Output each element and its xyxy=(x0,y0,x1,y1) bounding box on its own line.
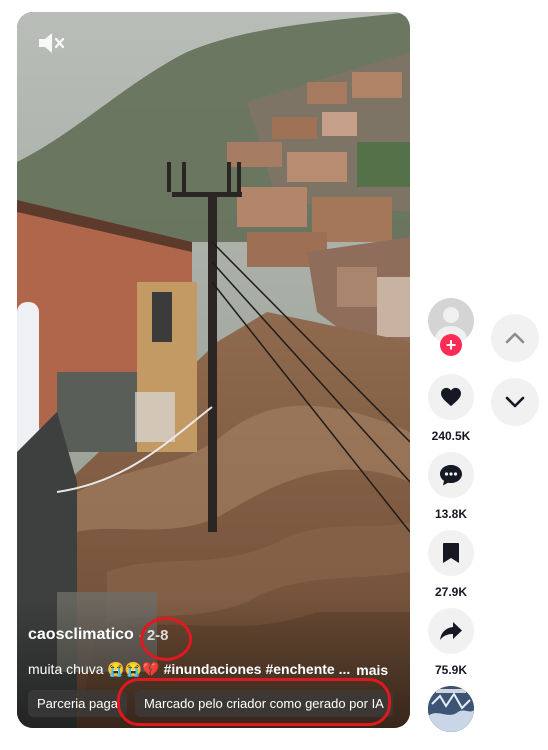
video-player[interactable]: caosclimatico · 2-8 muita chuva 😭😭💔 #inu… xyxy=(17,12,410,728)
mute-button[interactable] xyxy=(37,30,67,56)
ai-label-highlight-annotation xyxy=(117,678,391,726)
chevron-up-icon xyxy=(505,332,525,344)
like-button[interactable] xyxy=(428,374,474,420)
share-count: 75.9K xyxy=(434,663,468,677)
caption-text: muita chuva 😭😭💔 xyxy=(28,661,160,677)
heart-icon xyxy=(441,387,461,407)
comment-count: 13.8K xyxy=(434,507,468,521)
plus-icon: + xyxy=(445,335,457,355)
bookmark-icon xyxy=(443,543,459,563)
comment-bubble-icon xyxy=(440,465,462,486)
music-disc[interactable] xyxy=(428,686,474,732)
chevron-down-icon xyxy=(505,396,525,408)
share-arrow-icon xyxy=(440,622,462,640)
speaker-muted-icon xyxy=(39,33,65,53)
music-cover-image xyxy=(428,686,474,732)
share-button[interactable] xyxy=(428,608,474,654)
follow-button[interactable]: + xyxy=(440,334,462,356)
previous-video-button[interactable] xyxy=(491,314,539,362)
video-caption: muita chuva 😭😭💔 #inundaciones #enchente … xyxy=(28,661,350,678)
paid-partnership-label[interactable]: Parceria paga xyxy=(28,690,127,717)
caption-hashtags[interactable]: #inundaciones #enchente ... xyxy=(164,661,351,677)
caption-more-button[interactable]: mais xyxy=(356,662,388,678)
like-count: 240.5K xyxy=(431,429,471,443)
next-video-button[interactable] xyxy=(491,378,539,426)
caption-row: muita chuva 😭😭💔 #inundaciones #enchente … xyxy=(28,661,398,678)
save-button[interactable] xyxy=(428,530,474,576)
author-name[interactable]: caosclimatico xyxy=(28,626,134,644)
creator-avatar-wrap[interactable]: + xyxy=(428,298,474,358)
save-count: 27.9K xyxy=(434,585,468,599)
date-highlight-annotation xyxy=(140,617,192,661)
comment-button[interactable] xyxy=(428,452,474,498)
